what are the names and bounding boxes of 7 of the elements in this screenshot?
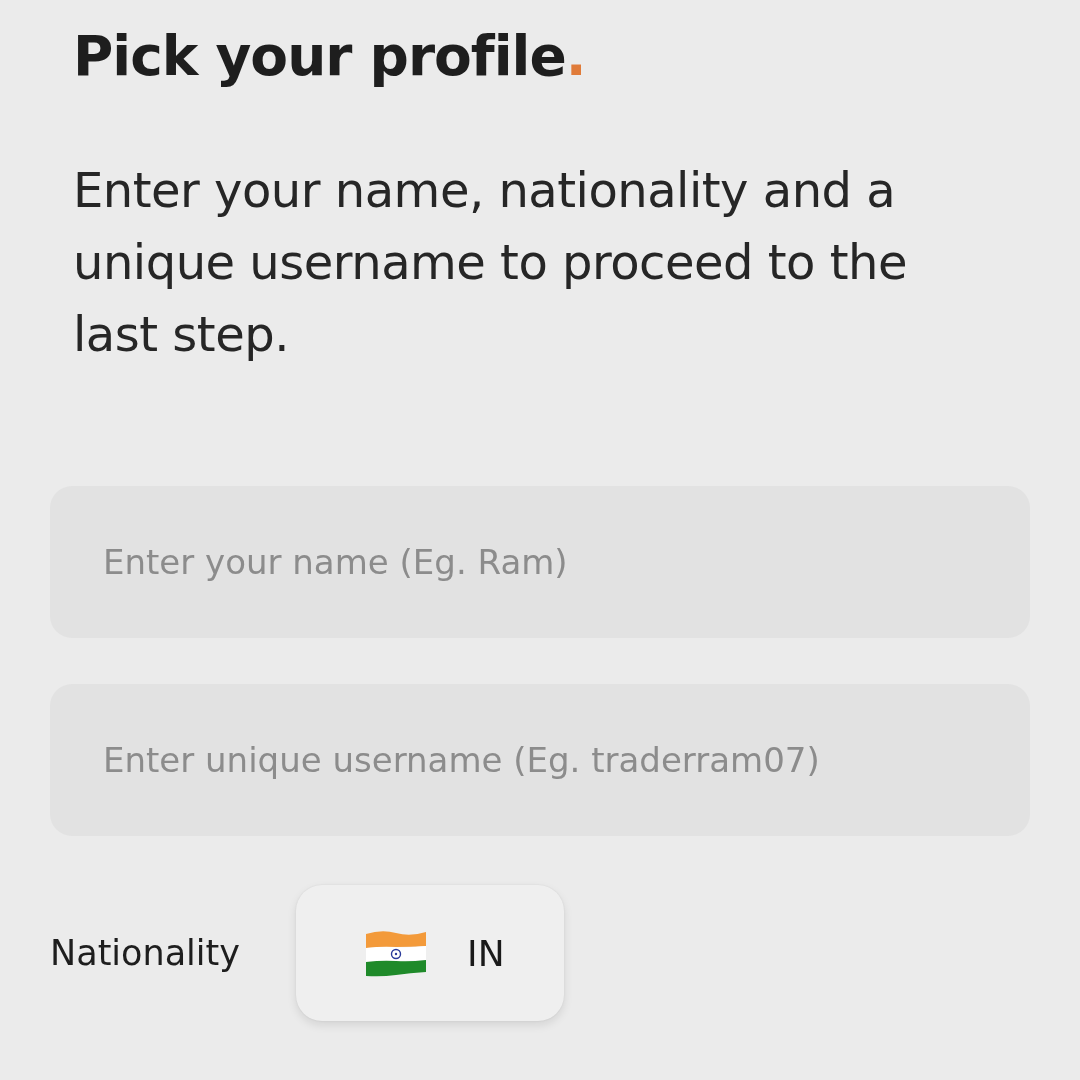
nationality-label: Nationality <box>50 933 240 973</box>
flag-icon <box>364 928 428 978</box>
name-input[interactable]: Enter your name (Eg. Ram) <box>50 486 1030 638</box>
description-text: Enter your name, nationality and a unique username to proceed to the last step. <box>73 161 908 364</box>
page-title: Pick your profile. <box>73 23 586 90</box>
country-selector[interactable]: IN <box>296 885 564 1021</box>
username-input[interactable]: Enter unique username (Eg. traderram07) <box>50 684 1030 836</box>
